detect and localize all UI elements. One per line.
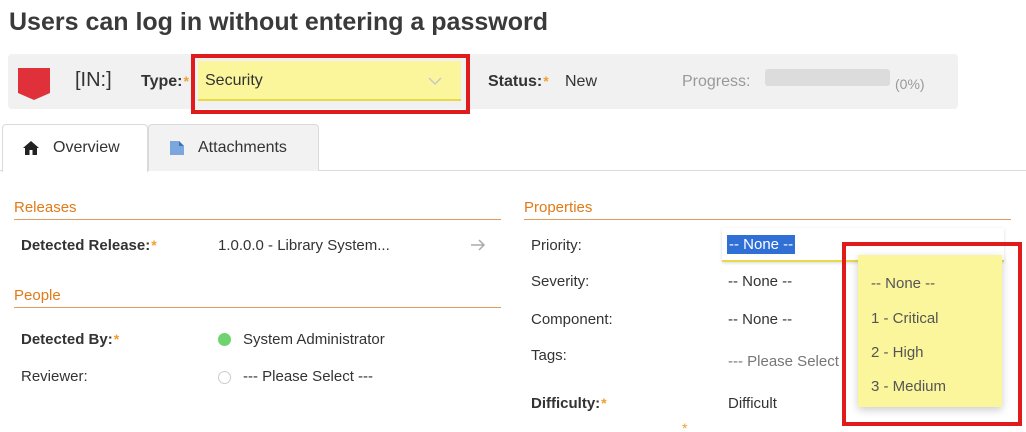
priority-select-value: -- None -- <box>727 235 796 254</box>
priority-label: Priority: <box>531 237 582 254</box>
difficulty-label: Difficulty:* <box>531 395 607 412</box>
required-star-icon: * <box>113 331 120 347</box>
home-icon <box>23 141 39 155</box>
reviewer-label: Reviewer: <box>21 368 88 385</box>
required-star-icon: * <box>601 395 607 411</box>
status-label: Status:* <box>488 73 549 90</box>
reviewer-select[interactable]: --- Please Select --- <box>243 368 373 385</box>
tags-select[interactable]: --- Please Select <box>728 353 839 370</box>
arrow-right-icon[interactable] <box>470 238 486 252</box>
required-star-icon: * <box>682 420 688 432</box>
severity-select[interactable]: -- None -- <box>728 273 792 290</box>
component-label: Component: <box>531 311 613 328</box>
offline-status-icon <box>218 371 231 384</box>
releases-heading: Releases <box>14 199 501 220</box>
type-label: Type:* <box>141 73 189 90</box>
detected-by-label: Detected By:* <box>21 331 120 348</box>
properties-heading: Properties <box>524 199 1011 220</box>
tags-label: Tags: <box>531 347 567 364</box>
incident-flag-icon <box>18 68 50 100</box>
difficulty-select[interactable]: Difficult <box>728 395 777 412</box>
detected-release-value[interactable]: 1.0.0.0 - Library System... <box>218 237 390 254</box>
progress-bar <box>765 69 890 86</box>
progress-label: Progress: <box>682 73 751 90</box>
required-star-icon: * <box>151 237 157 253</box>
component-select[interactable]: -- None -- <box>728 311 792 328</box>
incident-header-bar: [IN:] Type:* Security Status:* New Progr… <box>8 54 958 114</box>
severity-label: Severity: <box>531 273 590 290</box>
priority-dropdown-annotation-box <box>842 242 1022 426</box>
document-icon <box>170 141 184 155</box>
type-annotation-box <box>191 54 470 114</box>
incident-id: [IN:] <box>75 69 112 91</box>
page-title: Users can log in without entering a pass… <box>9 8 548 36</box>
online-status-icon <box>218 333 231 346</box>
required-star-icon: * <box>183 73 189 89</box>
status-value[interactable]: New <box>565 73 597 91</box>
required-star-icon: * <box>543 73 549 89</box>
progress-percent: (0%) <box>895 76 925 92</box>
tab-overview[interactable]: Overview <box>2 124 148 172</box>
tab-overview-label: Overview <box>53 139 120 156</box>
tab-attachments[interactable]: Attachments <box>148 124 319 171</box>
tab-bar: Overview Attachments <box>0 124 1026 172</box>
detected-release-label: Detected Release:* <box>21 237 157 254</box>
tab-attachments-label: Attachments <box>198 139 287 156</box>
detected-by-value[interactable]: System Administrator <box>243 331 385 348</box>
people-heading: People <box>14 287 501 308</box>
